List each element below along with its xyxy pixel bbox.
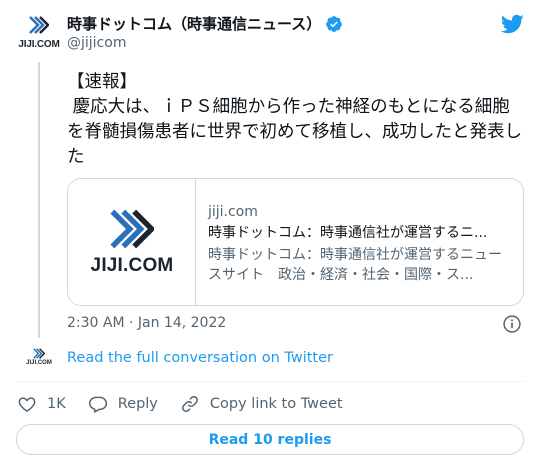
jiji-logo-icon [33, 348, 45, 359]
heart-icon [18, 397, 36, 412]
info-icon[interactable] [502, 314, 522, 334]
like-count: 1K [47, 396, 66, 412]
link-icon [181, 396, 198, 412]
handle[interactable]: @jijicom [67, 35, 126, 51]
avatar[interactable]: JIJI.COM [17, 14, 61, 52]
read-conversation-link[interactable]: Read the full conversation on Twitter [67, 350, 333, 366]
card-logo-text: JIJI.COM [90, 255, 174, 276]
conversation-logo-text: JIJI.COM [26, 360, 52, 366]
action-bar: 1K Reply Copy link to Tweet [17, 393, 365, 415]
reply-bubble-icon [88, 396, 107, 413]
card-domain: jiji.com [208, 204, 258, 220]
tweet-timestamp[interactable]: 2:30 AM · Jan 14, 2022 [67, 315, 226, 331]
tweet-text: 【速報】 慶応大は、ｉＰＳ細胞から作った神経のもとになる細胞を脊髄損傷患者に世界… [67, 72, 522, 167]
display-name[interactable]: 時事ドットコム（時事通信ニュース） [67, 13, 321, 34]
thread-line [38, 62, 40, 338]
conversation-avatar: JIJI.COM [24, 347, 54, 369]
copy-link-label: Copy link to Tweet [209, 396, 343, 412]
like-button[interactable]: 1K [17, 394, 66, 414]
reply-button[interactable]: Reply [88, 394, 158, 414]
reply-label: Reply [117, 396, 158, 412]
card-body: jiji.com 時事ドットコム：時事通信社が運営するニ... 時事ドットコム：… [196, 179, 523, 305]
twitter-bird-icon[interactable] [500, 12, 524, 36]
jiji-logo-icon [29, 16, 49, 34]
verified-badge-icon [326, 15, 343, 32]
divider [16, 381, 524, 382]
avatar-logo-text: JIJI.COM [18, 39, 60, 50]
copy-link-button[interactable]: Copy link to Tweet [180, 394, 343, 414]
card-description: 時事ドットコム：時事通信社が運営するニュースサイト 政治・経済・社会・国際・ス.… [208, 247, 502, 283]
card-thumbnail: JIJI.COM [68, 179, 196, 305]
embedded-tweet: JIJI.COM 時事ドットコム（時事通信ニュース） @jijicom 【速報】… [0, 0, 540, 471]
link-card[interactable]: JIJI.COM jiji.com 時事ドットコム：時事通信社が運営するニ...… [67, 178, 524, 306]
jiji-logo-icon [110, 209, 154, 249]
author-name-row: 時事ドットコム（時事通信ニュース） [67, 13, 343, 34]
card-title: 時事ドットコム：時事通信社が運営するニ... [208, 225, 488, 241]
read-replies-button[interactable]: Read 10 replies [16, 424, 524, 455]
